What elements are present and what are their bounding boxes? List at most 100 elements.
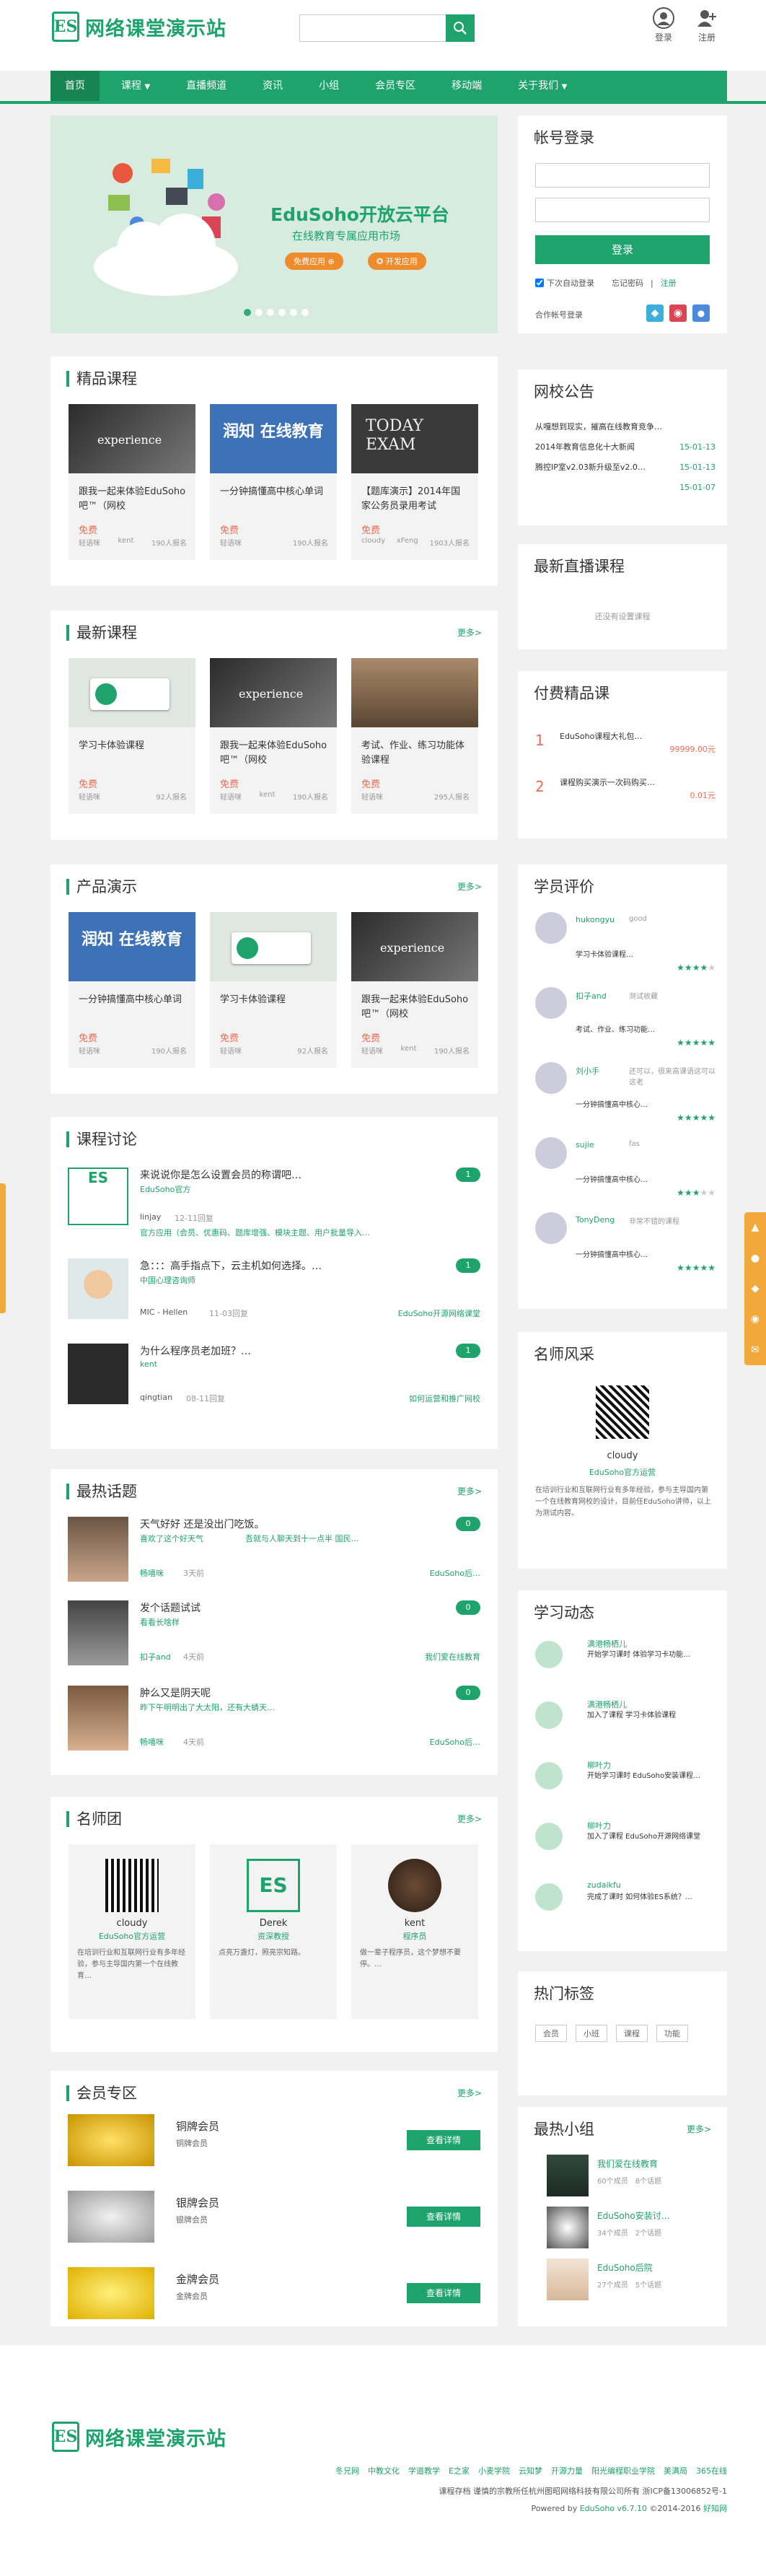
tag[interactable]: 功能 (656, 2025, 688, 2042)
topic-user[interactable]: 畅嘻咪 (140, 1567, 164, 1579)
footer-link[interactable]: 美满局 (664, 2465, 687, 2476)
review-item[interactable]: sujie fas 一分钟搞懂高中核心… ★★★★★ (535, 1137, 716, 1212)
site-logo[interactable]: ES 网络课堂演示站 (52, 12, 226, 42)
activity-item[interactable]: 满港畅栖儿 开始学习课时 体验学习卡功能… (535, 1638, 716, 1699)
teacher-card[interactable]: kent 程序员 做一辈子程序员，这个梦想不要停。… (351, 1844, 478, 2019)
discussion-source[interactable]: EduSoho开源网络课堂 (398, 1307, 480, 1319)
discussion-item[interactable]: 为什么程序员老加班？… kent qingtian 08-11回复 如何运营和推… (68, 1344, 480, 1416)
weibo-icon[interactable]: ◉ (669, 305, 687, 322)
topic-item[interactable]: 天气好好 还是没出门吃饭。 喜欢了这个好天气 吾就与人聊天到十一点半 国民… 畅… (68, 1517, 480, 1589)
topic-source[interactable]: 我们爱在线教育 (425, 1651, 480, 1662)
nav-mobile[interactable]: 移动端 (437, 71, 496, 101)
dev-apps-button[interactable]: ✪ 开发应用 (368, 253, 426, 270)
chat-icon[interactable]: ● (751, 1253, 760, 1264)
login-submit-button[interactable]: 登录 (535, 235, 710, 264)
nav-home[interactable]: 首页 (50, 71, 100, 101)
carousel-dot[interactable] (290, 309, 297, 316)
login-link[interactable]: 登录 (649, 7, 678, 43)
discussion-source[interactable]: 如何运营和推广网校 (409, 1393, 480, 1404)
course-card[interactable]: 学习卡体验课程 免费 轻语咪 92人报名 (210, 912, 337, 1068)
discussion-item[interactable]: ES 来说说你是怎么设置会员的称谓吧… EduSoho官方 linjay 12-… (68, 1167, 480, 1247)
activity-item[interactable]: 满港畅栖儿 加入了课程 学习卡体验课程 (535, 1699, 716, 1759)
review-item[interactable]: 刘小手 还可以，很来高课语这可以这老 一分钟搞懂高中核心… ★★★★★ (535, 1062, 716, 1137)
footer-link[interactable]: 阳光编程职业学院 (591, 2465, 655, 2476)
footer-link[interactable]: 开源力量 (551, 2465, 583, 2476)
review-item[interactable]: hukongyu good 学习卡体验课程… ★★★★★ (535, 912, 716, 987)
search-input[interactable] (299, 14, 446, 42)
carousel-dot[interactable] (267, 309, 274, 316)
carousel-dot[interactable] (278, 309, 286, 316)
banner-carousel[interactable]: EduSoho开放云平台 在线教育专属应用市场 免费应用 ⊕ ✪ 开发应用 (50, 115, 498, 333)
course-card[interactable]: experience 跟我一起来体验EduSoho吧™（网校 免费 轻语咪 ken… (210, 658, 337, 814)
notice-item[interactable]: 15-01-07 (535, 478, 716, 498)
up-icon[interactable]: ▲ (752, 1222, 760, 1233)
carousel-dot[interactable] (255, 309, 263, 316)
topic-source[interactable]: EduSoho后… (430, 1567, 480, 1579)
more-link[interactable]: 更多> (457, 1813, 482, 1825)
footer-link[interactable]: 中教文化 (368, 2465, 400, 2476)
register-link[interactable]: 注册 (692, 7, 721, 43)
group-item[interactable]: 我们爱在线教育 60个成员 8个话题 (547, 2155, 713, 2199)
nav-live[interactable]: 直播频道 (172, 71, 241, 101)
review-item[interactable]: TonyDeng 非常不错的课程 一分钟搞懂高中核心… ★★★★★ (535, 1212, 716, 1287)
mail-icon[interactable]: ✉ (751, 1344, 760, 1356)
course-card[interactable]: experience 跟我一起来体验EduSoho吧™（网校 免费 轻语咪 ken… (351, 912, 478, 1068)
course-card[interactable]: 润知 在线教育 一分钟搞懂高中核心单词 免费 轻语咪 190人报名 (210, 404, 337, 560)
password-input[interactable] (535, 198, 710, 222)
left-float-tab[interactable] (0, 1183, 6, 1313)
nav-news[interactable]: 资讯 (248, 71, 297, 101)
discussion-item[interactable]: 急：：：高手指点下，云主机如何选择。… 中国心理咨询师 MIC - Hellen… (68, 1258, 480, 1331)
group-item[interactable]: EduSoho后院 27个成员 5个话题 (547, 2259, 713, 2303)
forgot-link[interactable]: 忘记密码 (612, 277, 643, 289)
partner-link[interactable]: 好知网 (703, 2504, 727, 2513)
notice-item[interactable]: 2014年教育信息化十大新闻 15-01-13 (535, 437, 716, 457)
search-button[interactable] (446, 14, 475, 42)
teacher-card[interactable]: cloudy EduSoho官方运营 在培训行业和互联网行业有多年经验，参与主导… (69, 1844, 195, 2019)
vip-detail-button[interactable]: 查看详情 (407, 2207, 480, 2227)
review-item[interactable]: 扣子and 测试收藏 考试、作业、练习功能… ★★★★★ (535, 987, 716, 1062)
remember-checkbox[interactable] (535, 279, 544, 287)
notice-item[interactable]: 腾控IP室v2.03新升级至v2.0… 15-01-13 (535, 457, 716, 478)
footer-link[interactable]: 365在线 (696, 2465, 727, 2476)
more-link[interactable]: 更多> (457, 626, 482, 639)
carousel-dot[interactable] (244, 309, 251, 316)
topic-item[interactable]: 发个话题试试 看看长啥样 扣子and 4天前 我们爱在线教育 0 (68, 1600, 480, 1673)
more-link[interactable]: 更多> (457, 2087, 482, 2099)
course-card[interactable]: experience 跟我一起来体验EduSoho吧™（网校 免费 轻语咪 ken… (69, 404, 195, 560)
nav-courses[interactable]: 课程 ▼ (107, 71, 164, 101)
tag[interactable]: 会员 (535, 2025, 567, 2042)
course-card[interactable]: TODAY EXAM 【题库演示】2014年国家公务员录用考试 免费 cloudy… (351, 404, 478, 560)
more-link[interactable]: 更多> (457, 880, 482, 893)
nav-groups[interactable]: 小组 (304, 71, 353, 101)
teacher-card[interactable]: ES Derek 资深教授 点亮万盏灯，照亮宗知路。 (210, 1844, 337, 2019)
footer-logo[interactable]: ES 网络课堂演示站 (52, 2422, 226, 2452)
paid-item[interactable]: 1 EduSoho课程大礼包… 99999.00元 (535, 729, 716, 758)
footer-link[interactable]: 小麦学院 (478, 2465, 510, 2476)
more-link[interactable]: 更多> (687, 2123, 711, 2135)
product-link[interactable]: EduSoho v6.7.10 (580, 2504, 647, 2513)
course-card[interactable]: 考试、作业、练习功能体验课程 免费 轻语咪 295人报名 (351, 658, 478, 814)
footer-link[interactable]: 冬兄网 (335, 2465, 359, 2476)
activity-item[interactable]: zudaikfu 完成了课时 如何体验ES系统？… (535, 1880, 716, 1941)
qq-icon[interactable]: ◆ (752, 1283, 760, 1294)
group-item[interactable]: EduSoho安装讨… 34个成员 2个话题 (547, 2207, 713, 2251)
qq-icon[interactable]: ◆ (646, 305, 664, 322)
activity-item[interactable]: 柳叶力 加入了课程 EduSoho开源网络课堂 (535, 1820, 716, 1880)
more-link[interactable]: 更多> (457, 1485, 482, 1497)
notice-item[interactable]: 从嘎想到现实，摧高在线教育竞争… (535, 417, 716, 437)
paid-item[interactable]: 2 课程购买演示一次码购买… 0.01元 (535, 775, 716, 804)
course-card[interactable]: 润知 在线教育 一分钟搞懂高中核心单词 免费 轻语咪 190人报名 (69, 912, 195, 1068)
topic-user[interactable]: 畅嘻咪 (140, 1736, 164, 1748)
footer-link[interactable]: 学道教学 (408, 2465, 440, 2476)
renren-icon[interactable]: ● (692, 305, 710, 322)
tag[interactable]: 课程 (616, 2025, 648, 2042)
nav-about[interactable]: 关于我们 ▼ (503, 71, 581, 101)
footer-link[interactable]: 云知梦 (519, 2465, 542, 2476)
weixin-icon[interactable]: ◉ (751, 1313, 760, 1325)
vip-detail-button[interactable]: 查看详情 (407, 2130, 480, 2150)
footer-link[interactable]: E之家 (449, 2465, 470, 2476)
tag[interactable]: 小班 (576, 2025, 607, 2042)
nav-vip[interactable]: 会员专区 (361, 71, 430, 101)
topic-user[interactable]: 扣子and (140, 1651, 171, 1662)
topic-item[interactable]: 肿么又是阴天呢 昨下午明明出了大太阳，还有大蜻天… 畅嘻咪 4天前 EduSoh… (68, 1686, 480, 1758)
